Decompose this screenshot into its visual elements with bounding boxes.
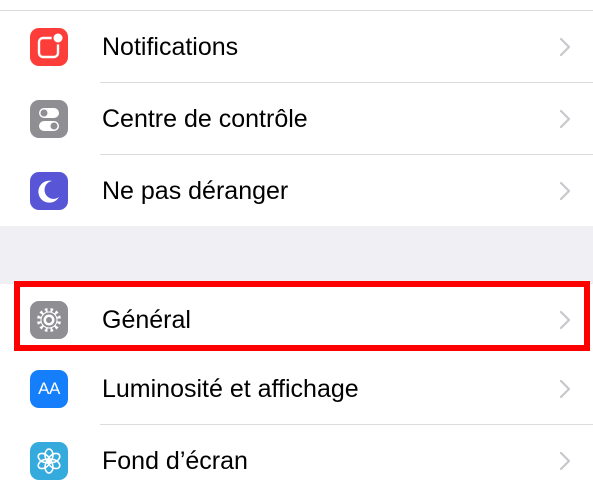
chevron-right-icon — [559, 181, 571, 201]
settings-row-label: Centre de contrôle — [102, 105, 308, 133]
display-brightness-icon: AA — [30, 370, 68, 408]
settings-row-label: Notifications — [102, 33, 239, 61]
settings-row-wallpaper[interactable]: Fond d’écran — [0, 425, 593, 486]
settings-row-control-center[interactable]: Centre de contrôle — [0, 83, 593, 155]
chevron-right-icon — [559, 109, 571, 129]
chevron-right-icon — [559, 37, 571, 57]
display-brightness-glyph: AA — [38, 379, 60, 398]
settings-row-display-brightness[interactable]: AA Luminosité et affichage — [0, 353, 593, 425]
group-spacer — [0, 226, 593, 288]
settings-row-do-not-disturb[interactable]: Ne pas déranger — [0, 155, 593, 227]
settings-row-label: Ne pas déranger — [102, 177, 289, 205]
wallpaper-flower-icon — [30, 442, 68, 480]
settings-screen: Notifications Centre de contrôle Ne pas … — [0, 0, 593, 486]
settings-row-label: Luminosité et affichage — [102, 375, 359, 403]
settings-row-general[interactable]: Général — [0, 284, 593, 356]
chevron-right-icon — [559, 310, 571, 330]
settings-row-label: Fond d’écran — [102, 447, 248, 475]
chevron-right-icon — [559, 451, 571, 471]
moon-icon — [30, 172, 68, 210]
chevron-right-icon — [559, 379, 571, 399]
control-center-icon — [30, 100, 68, 138]
gear-icon — [30, 301, 68, 339]
settings-row-label: Général — [102, 306, 191, 334]
notifications-icon — [30, 28, 68, 66]
settings-row-notifications[interactable]: Notifications — [0, 11, 593, 83]
